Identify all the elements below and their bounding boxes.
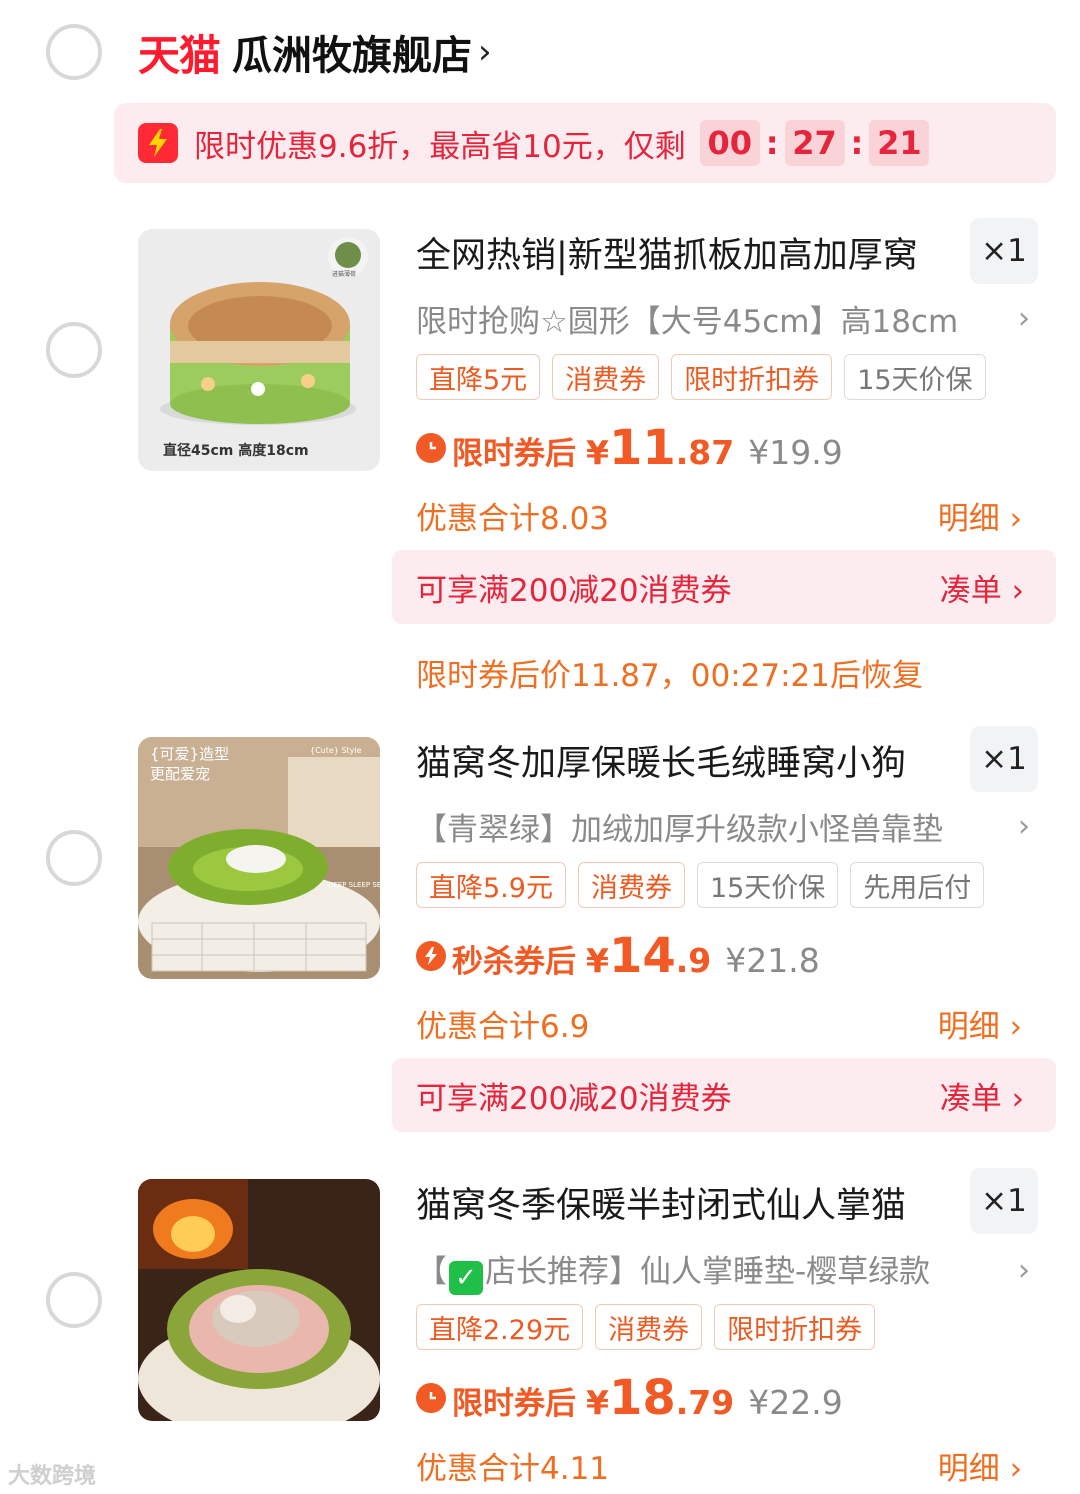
promo-tag: 消费券 <box>552 354 660 400</box>
quantity-selector[interactable]: ×1 <box>970 1168 1038 1234</box>
promo-tags: 直降5.9元 消费券 15天价保 先用后付 <box>416 862 985 908</box>
item-select-radio[interactable] <box>46 830 102 886</box>
lightning-icon <box>416 941 446 971</box>
savings-total: 优惠合计6.9 <box>416 1009 590 1045</box>
savings-total: 优惠合计4.11 <box>416 1451 610 1487</box>
countdown-separator: : <box>765 124 779 162</box>
sku-text: 限时抢购☆圆形【大号45cm】高18cm <box>416 304 959 340</box>
price-label: 秒杀券后 <box>452 944 576 980</box>
chevron-right-icon: › <box>1018 809 1030 844</box>
image-badge: 进猫薄荷 <box>332 270 356 278</box>
chevron-right-icon: › <box>1018 301 1030 336</box>
countdown-separator: : <box>850 124 864 162</box>
promo-tag: 消费券 <box>595 1304 703 1350</box>
currency-symbol: ¥ <box>586 1383 609 1422</box>
price-recover-note: 限时券后价11.87，00:27:21后恢复 <box>416 658 923 694</box>
promo-tags: 直降2.29元 消费券 限时折扣券 <box>416 1304 876 1350</box>
promo-tag: 消费券 <box>577 862 685 908</box>
image-caption: DEEP SLEEP SERIES <box>328 881 380 889</box>
sku-text: 【青翠绿】加绒加厚升级款小怪兽靠垫 <box>416 812 943 848</box>
coupon-bar[interactable]: 可享满200减20消费券 凑单 › <box>392 550 1056 624</box>
product-image[interactable]: 直径45cm 高度18cm 进猫薄荷 <box>138 229 380 471</box>
quantity-selector[interactable]: ×1 <box>970 726 1038 792</box>
coupon-action[interactable]: 凑单 › <box>940 565 1024 610</box>
image-caption: {可爱}造型 <box>150 745 229 763</box>
promo-tag: 限时折扣券 <box>671 354 833 400</box>
promo-tag: 直降5.9元 <box>416 862 566 908</box>
lightning-icon <box>138 123 178 163</box>
coupon-bar[interactable]: 可享满200减20消费券 凑单 › <box>392 1058 1056 1132</box>
item-select-radio[interactable] <box>46 322 102 378</box>
currency-symbol: ¥ <box>586 941 609 980</box>
chevron-right-icon: › <box>1018 1253 1030 1288</box>
promo-tag: 先用后付 <box>850 862 985 908</box>
store-header[interactable]: 天猫 瓜洲牧旗舰店 › <box>138 22 492 82</box>
coupon-action[interactable]: 凑单 › <box>940 1073 1024 1118</box>
countdown-minutes: 27 <box>784 120 845 166</box>
price-decimal: .87 <box>675 433 735 472</box>
sku-text: 【✓ 店长推荐】仙人掌睡垫-樱草绿款 <box>416 1254 931 1295</box>
price-integer: 14 <box>608 928 676 984</box>
image-caption: 更配爱宠 <box>150 765 210 783</box>
sku-selector[interactable]: 【✓ 店长推荐】仙人掌睡垫-樱草绿款 › <box>416 1246 1030 1295</box>
product-title[interactable]: 全网热销|新型猫抓板加高加厚窝 <box>416 227 918 278</box>
promo-tag: 直降2.29元 <box>416 1304 584 1350</box>
image-caption: {Cute} Style <box>310 746 362 755</box>
detail-link[interactable]: 明细 › <box>938 493 1022 538</box>
price-row: 限时券后 ¥ 11 .87 ¥19.9 <box>416 420 843 476</box>
currency-symbol: ¥ <box>586 433 609 472</box>
clock-icon <box>416 1383 446 1413</box>
price-row: 秒杀券后 ¥ 14 .9 ¥21.8 <box>416 928 820 984</box>
check-icon: ✓ <box>449 1261 483 1295</box>
store-select-radio[interactable] <box>46 24 102 80</box>
savings-row: 优惠合计6.9 明细 › <box>416 1001 1022 1046</box>
image-caption: 直径45cm 高度18cm <box>163 442 309 459</box>
price-decimal: .9 <box>675 941 712 980</box>
promo-tag: 直降5元 <box>416 354 541 400</box>
item-select-radio[interactable] <box>46 1272 102 1328</box>
savings-row: 优惠合计8.03 明细 › <box>416 493 1022 538</box>
original-price: ¥22.9 <box>748 1383 843 1422</box>
product-image[interactable]: {可爱}造型 更配爱宠 {Cute} Style DEEP SLEEP SERI… <box>138 737 380 979</box>
clock-icon <box>416 433 446 463</box>
sku-selector[interactable]: 【青翠绿】加绒加厚升级款小怪兽靠垫 › <box>416 804 1030 849</box>
watermark: 大数跨境 <box>8 1464 97 1489</box>
coupon-text: 可享满200减20消费券 <box>416 572 732 609</box>
detail-link[interactable]: 明细 › <box>938 1443 1022 1488</box>
tmall-logo: 天猫 <box>138 30 221 80</box>
quantity-selector[interactable]: ×1 <box>970 218 1038 284</box>
savings-row: 优惠合计4.11 明细 › <box>416 1443 1022 1488</box>
promo-tag: 限时折扣券 <box>714 1304 876 1350</box>
price-integer: 18 <box>608 1370 676 1426</box>
promo-tags: 直降5元 消费券 限时折扣券 15天价保 <box>416 354 986 400</box>
promo-text: 限时优惠9.6折，最高省10元，仅剩 <box>194 128 686 165</box>
promo-banner: 限时优惠9.6折，最高省10元，仅剩 00 : 27 : 21 <box>114 103 1056 183</box>
savings-total: 优惠合计8.03 <box>416 501 610 537</box>
promo-tag: 15天价保 <box>844 354 986 400</box>
product-title[interactable]: 猫窝冬季保暖半封闭式仙人掌猫 <box>416 1177 906 1228</box>
countdown-hours: 00 <box>699 120 760 166</box>
original-price: ¥21.8 <box>725 941 820 980</box>
product-image[interactable] <box>138 1179 380 1421</box>
coupon-text: 可享满200减20消费券 <box>416 1080 732 1117</box>
price-decimal: .79 <box>675 1383 735 1422</box>
detail-link[interactable]: 明细 › <box>938 1001 1022 1046</box>
sku-selector[interactable]: 限时抢购☆圆形【大号45cm】高18cm › <box>416 296 1030 341</box>
price-integer: 11 <box>608 420 676 476</box>
price-label: 限时券后 <box>452 1386 576 1422</box>
chevron-right-icon: › <box>478 32 492 72</box>
countdown-seconds: 21 <box>869 120 930 166</box>
countdown-timer: 00 : 27 : 21 <box>699 120 930 166</box>
product-title[interactable]: 猫窝冬加厚保暖长毛绒睡窝小狗 <box>416 735 906 786</box>
promo-tag: 15天价保 <box>696 862 839 908</box>
price-label: 限时券后 <box>452 436 576 472</box>
original-price: ¥19.9 <box>748 433 843 472</box>
price-row: 限时券后 ¥ 18 .79 ¥22.9 <box>416 1370 843 1426</box>
store-name: 瓜洲牧旗舰店 <box>232 33 473 79</box>
